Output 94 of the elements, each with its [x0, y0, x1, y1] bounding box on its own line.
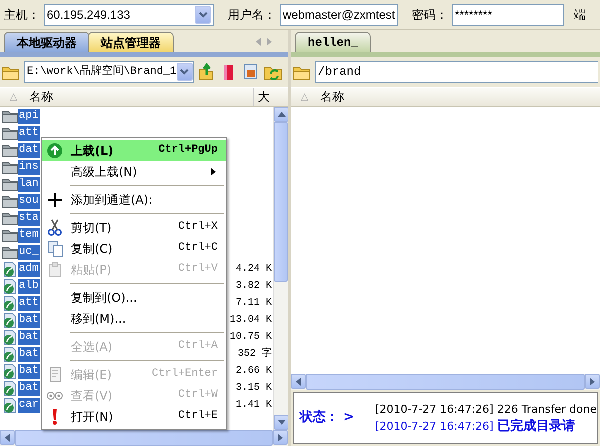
file-size: 1.41 K — [236, 399, 272, 413]
scroll-down-button[interactable] — [274, 415, 289, 430]
scroll-right-button[interactable] — [273, 430, 288, 445]
column-header[interactable]: 名称 — [320, 88, 345, 106]
menu-item[interactable]: 打开(N) Ctrl+E — [42, 406, 226, 427]
scroll-left-button[interactable] — [291, 374, 306, 389]
scissors-icon — [48, 219, 62, 236]
menu-item[interactable]: 剪切(T) Ctrl+X — [42, 217, 226, 238]
field-label: 密码： — [412, 6, 448, 24]
triangle-right-icon — [590, 378, 595, 386]
file-name[interactable]: sta — [18, 211, 40, 226]
tab[interactable]: hellen_ — [295, 32, 372, 52]
folder-icon — [2, 142, 18, 158]
file-size: 10.75 K — [230, 331, 272, 345]
menu-item[interactable]: 高级上载(N) — [42, 161, 226, 182]
file-name[interactable]: sou — [18, 194, 40, 209]
folder-up-icon[interactable] — [198, 63, 216, 81]
input-field[interactable]: webmaster@zxmtest — [280, 4, 398, 26]
file-name[interactable]: adm — [18, 262, 40, 277]
file-name[interactable]: lan — [18, 177, 40, 192]
folder-icon — [2, 176, 18, 192]
scroll-up-button[interactable] — [274, 107, 289, 122]
folder-icon — [2, 108, 18, 124]
document-icon — [50, 367, 60, 382]
menu-item[interactable]: 移到(M)... — [42, 308, 226, 329]
file-name[interactable]: bat — [18, 381, 40, 396]
field-label: 用户名： — [228, 6, 276, 24]
file-size: 3.15 K — [236, 382, 272, 396]
file-name[interactable]: alb — [18, 279, 40, 294]
field-label: 主机： — [4, 6, 40, 24]
field-label: 端 — [574, 6, 586, 24]
file-size: 7.11 K — [236, 297, 272, 311]
scrollbar-thumb[interactable] — [274, 122, 288, 282]
scroll-left-button[interactable] — [0, 430, 15, 445]
menu-item[interactable]: 复制到(O)... — [42, 287, 226, 308]
tab[interactable]: 本地驱动器 — [4, 32, 90, 52]
input-field[interactable]: ******** — [452, 4, 564, 26]
file-size: 352 字 — [238, 347, 272, 362]
file-name[interactable]: car — [18, 398, 40, 413]
file-name[interactable]: uc_ — [18, 245, 40, 260]
chevron-down-icon — [180, 69, 190, 75]
dropdown-button[interactable] — [195, 6, 211, 24]
tab[interactable]: 站点管理器 — [88, 32, 174, 52]
exclamation-icon — [52, 408, 58, 424]
file-size: 13.04 K — [230, 314, 272, 328]
scrollbar-thumb[interactable] — [15, 430, 273, 446]
triangle-left-icon — [296, 378, 301, 386]
log-line: [2010-7-27 16:47:26] 226 Transfer done — [375, 402, 597, 418]
triangle-left-icon — [5, 434, 10, 442]
folder-icon — [2, 160, 18, 176]
submenu-arrow-icon — [211, 168, 216, 176]
file-name[interactable]: bat — [18, 347, 40, 362]
file-name[interactable]: api — [18, 109, 40, 124]
upload-icon — [47, 142, 63, 158]
column-header[interactable]: 大 — [253, 88, 270, 106]
file-name[interactable]: bat — [18, 313, 40, 328]
column-header[interactable]: 名称 — [30, 88, 54, 106]
path-combo[interactable]: E:\work\品牌空间\Brand_1 — [24, 61, 194, 83]
file-name[interactable]: dat — [18, 143, 40, 158]
input-field[interactable]: 60.195.249.133 — [44, 4, 214, 26]
sort-indicator: △ — [10, 90, 18, 104]
file-name[interactable]: att — [18, 126, 40, 141]
file-name[interactable]: att — [18, 296, 40, 311]
dropdown-button[interactable] — [176, 63, 193, 81]
eyes-icon — [47, 392, 63, 400]
folder-icon — [2, 228, 18, 244]
file-size: 4.24 K — [236, 263, 272, 277]
triangle-up-icon — [278, 112, 286, 117]
document-icon[interactable] — [242, 63, 260, 81]
scrollbar-thumb[interactable] — [306, 374, 585, 390]
file-name[interactable]: bat — [18, 364, 40, 379]
scroll-right-button[interactable] — [585, 374, 600, 389]
file-name[interactable]: ins — [18, 160, 40, 175]
file-size: 3.82 K — [236, 280, 272, 294]
plus-icon — [48, 192, 62, 206]
menu-item[interactable]: 添加到通道(A): — [42, 189, 226, 210]
folder-icon — [2, 194, 18, 210]
file-name[interactable]: bat — [18, 330, 40, 345]
triangle-down-icon — [278, 420, 286, 425]
chevron-down-icon — [198, 12, 208, 18]
folder-icon — [2, 244, 18, 260]
clipboard-icon — [49, 262, 61, 277]
triangle-right-icon — [278, 434, 283, 442]
menu-item[interactable]: 复制(C) Ctrl+C — [42, 238, 226, 259]
log-line: [2010-7-27 16:47:26] 已完成目录请 — [375, 418, 576, 435]
file-name[interactable]: tem — [18, 228, 40, 243]
folder-icon — [2, 210, 18, 226]
status-label: 状态： > — [298, 409, 356, 428]
menu-item[interactable]: 上载(L) Ctrl+PgUp — [42, 140, 226, 161]
sort-indicator: △ — [301, 90, 309, 104]
folder-icon — [2, 126, 18, 142]
copy-icon — [48, 240, 62, 256]
file-size: 2.66 K — [236, 365, 272, 379]
path-field[interactable]: /brand — [315, 61, 598, 83]
